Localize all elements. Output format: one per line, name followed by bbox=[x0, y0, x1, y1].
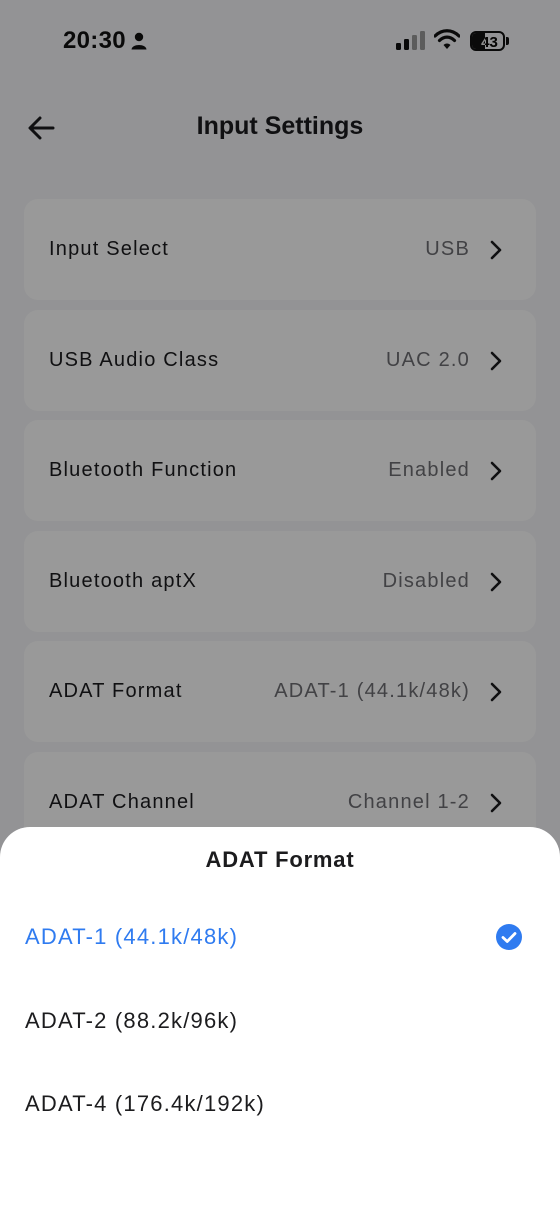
option-label: ADAT-1 (44.1k/48k) bbox=[25, 924, 239, 949]
adat-format-sheet: ADAT Format ADAT-1 (44.1k/48k) ADAT-2 (8… bbox=[0, 827, 560, 1213]
check-circle-icon bbox=[496, 924, 522, 950]
option-label: ADAT-4 (176.4k/192k) bbox=[25, 1091, 266, 1116]
sheet-title: ADAT Format bbox=[205, 847, 355, 872]
option-label: ADAT-2 (88.2k/96k) bbox=[25, 1008, 239, 1033]
option-adat-1[interactable]: ADAT-1 (44.1k/48k) bbox=[0, 895, 560, 979]
option-adat-4[interactable]: ADAT-4 (176.4k/192k) bbox=[0, 1062, 560, 1146]
option-adat-2[interactable]: ADAT-2 (88.2k/96k) bbox=[0, 979, 560, 1063]
